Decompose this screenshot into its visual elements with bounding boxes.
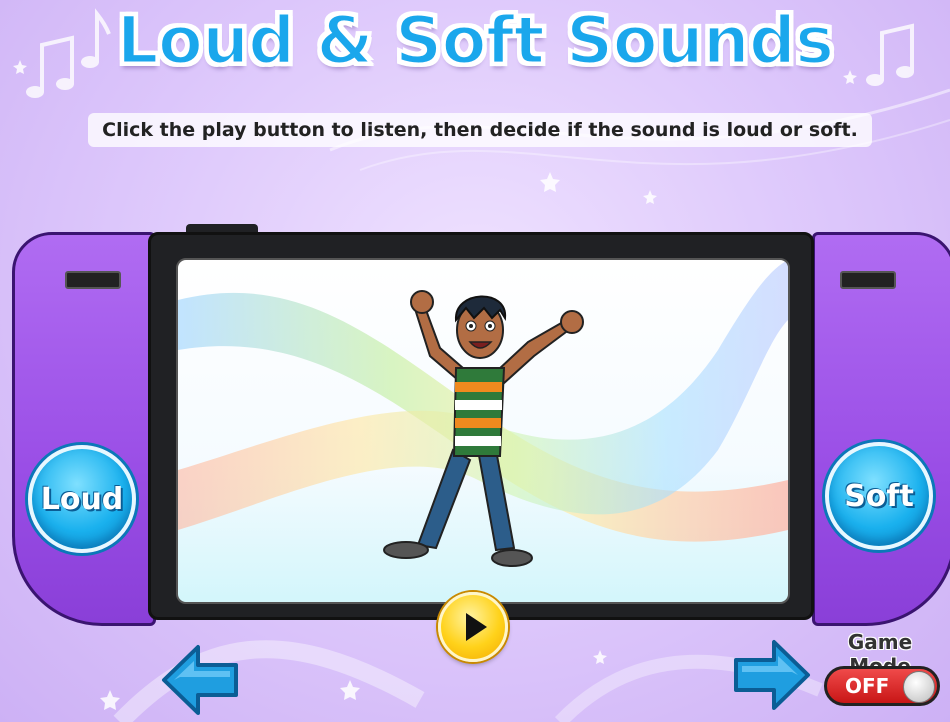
console-right-grip <box>812 232 950 626</box>
right-arrow-icon <box>734 640 810 710</box>
console-vent <box>65 271 121 289</box>
play-icon <box>466 613 487 641</box>
game-mode-toggle[interactable]: OFF <box>824 666 940 706</box>
game-screen <box>176 258 790 604</box>
left-arrow-icon <box>162 645 238 715</box>
console-left-grip <box>12 232 156 626</box>
soft-button[interactable]: Soft <box>825 442 933 550</box>
loud-button[interactable]: Loud <box>28 445 136 553</box>
toggle-state-text: OFF <box>845 674 890 698</box>
back-arrow-button[interactable] <box>160 643 240 717</box>
instruction-text: Click the play button to listen, then de… <box>88 113 872 147</box>
page-title: Loud & Soft Sounds <box>115 1 836 81</box>
next-arrow-button[interactable] <box>732 638 812 712</box>
console-vent <box>840 271 896 289</box>
play-button[interactable] <box>438 592 508 662</box>
sound-scene <box>178 260 788 567</box>
toggle-knob <box>903 671 935 703</box>
